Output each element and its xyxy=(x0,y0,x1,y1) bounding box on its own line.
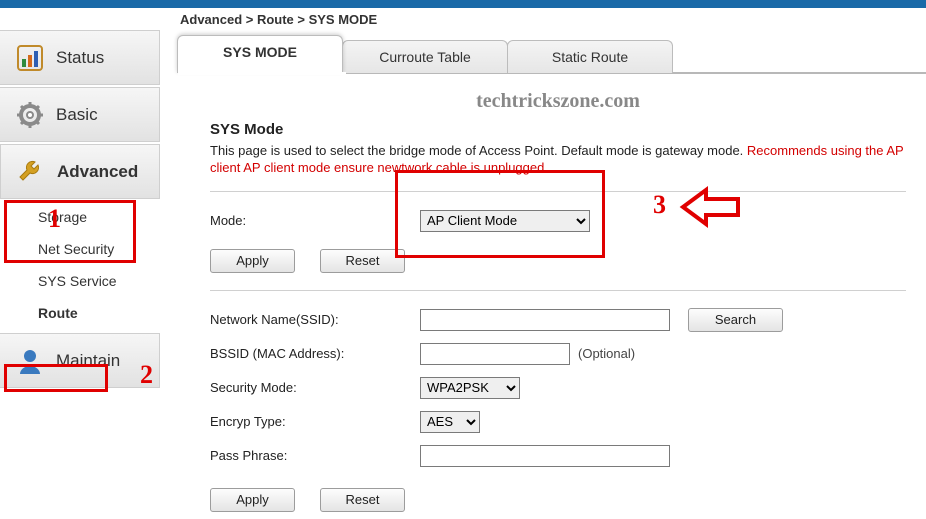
divider xyxy=(210,290,906,291)
row-buttons-2: Apply Reset xyxy=(210,485,906,515)
reset-button-2[interactable]: Reset xyxy=(320,488,405,512)
row-mode: Mode: AP Client Mode xyxy=(210,206,906,236)
encryp-label: Encryp Type: xyxy=(210,414,420,429)
row-pass: Pass Phrase: xyxy=(210,441,906,471)
top-bar xyxy=(0,0,926,8)
secmode-label: Security Mode: xyxy=(210,380,420,395)
tabs: SYS MODE Curroute Table Static Route xyxy=(178,35,673,73)
tab-curroute[interactable]: Curroute Table xyxy=(342,40,508,73)
content: techtrickszone.com SYS Mode This page is… xyxy=(210,90,906,519)
row-buttons-1: Apply Reset xyxy=(210,246,906,276)
search-button[interactable]: Search xyxy=(688,308,783,332)
sidebar: Status Basic Advanced Storage Net Securi… xyxy=(0,30,160,390)
annotation-num-3: 3 xyxy=(653,190,666,220)
mode-select[interactable]: AP Client Mode xyxy=(420,210,590,232)
nav-advanced[interactable]: Advanced xyxy=(0,144,160,199)
apply-button-2[interactable]: Apply xyxy=(210,488,295,512)
tab-static[interactable]: Static Route xyxy=(507,40,673,73)
breadcrumb: Advanced > Route > SYS MODE xyxy=(180,12,377,27)
nav-label: Basic xyxy=(56,105,98,125)
section-desc: This page is used to select the bridge m… xyxy=(210,143,906,177)
row-encryp: Encryp Type: AES xyxy=(210,407,906,437)
nav-storage[interactable]: Storage xyxy=(0,201,160,233)
nav-status[interactable]: Status xyxy=(0,30,160,85)
status-icon xyxy=(14,42,46,74)
reset-button[interactable]: Reset xyxy=(320,249,405,273)
tab-gap xyxy=(178,72,346,75)
bssid-input[interactable] xyxy=(420,343,570,365)
encryp-select[interactable]: AES xyxy=(420,411,480,433)
nav-route[interactable]: Route xyxy=(0,297,160,329)
annotation-num-2: 2 xyxy=(140,360,153,390)
nav-label: Maintain xyxy=(56,351,120,371)
ssid-input[interactable] xyxy=(420,309,670,331)
desc-text: This page is used to select the bridge m… xyxy=(210,143,747,158)
ssid-label: Network Name(SSID): xyxy=(210,312,420,327)
row-bssid: BSSID (MAC Address): (Optional) xyxy=(210,339,906,369)
divider xyxy=(210,191,906,192)
nav-sysservice[interactable]: SYS Service xyxy=(0,265,160,297)
nav-label: Advanced xyxy=(57,162,138,182)
row-secmode: Security Mode: WPA2PSK xyxy=(210,373,906,403)
gear-icon xyxy=(14,99,46,131)
nav-maintain[interactable]: Maintain xyxy=(0,333,160,388)
nav-netsecurity[interactable]: Net Security xyxy=(0,233,160,265)
annotation-num-1: 1 xyxy=(48,204,61,234)
mode-label: Mode: xyxy=(210,213,420,228)
wrench-icon xyxy=(15,156,47,188)
apply-button[interactable]: Apply xyxy=(210,249,295,273)
optional-text: (Optional) xyxy=(578,346,635,361)
secmode-select[interactable]: WPA2PSK xyxy=(420,377,520,399)
watermark: techtrickszone.com xyxy=(210,90,906,113)
nav-label: Status xyxy=(56,48,104,68)
bssid-label: BSSID (MAC Address): xyxy=(210,346,420,361)
row-ssid: Network Name(SSID): Search xyxy=(210,305,906,335)
section-title: SYS Mode xyxy=(210,121,906,138)
tab-sysmode[interactable]: SYS MODE xyxy=(177,35,343,73)
pass-label: Pass Phrase: xyxy=(210,448,420,463)
nav-basic[interactable]: Basic xyxy=(0,87,160,142)
person-icon xyxy=(14,345,46,377)
pass-input[interactable] xyxy=(420,445,670,467)
arrow-icon xyxy=(678,186,748,233)
